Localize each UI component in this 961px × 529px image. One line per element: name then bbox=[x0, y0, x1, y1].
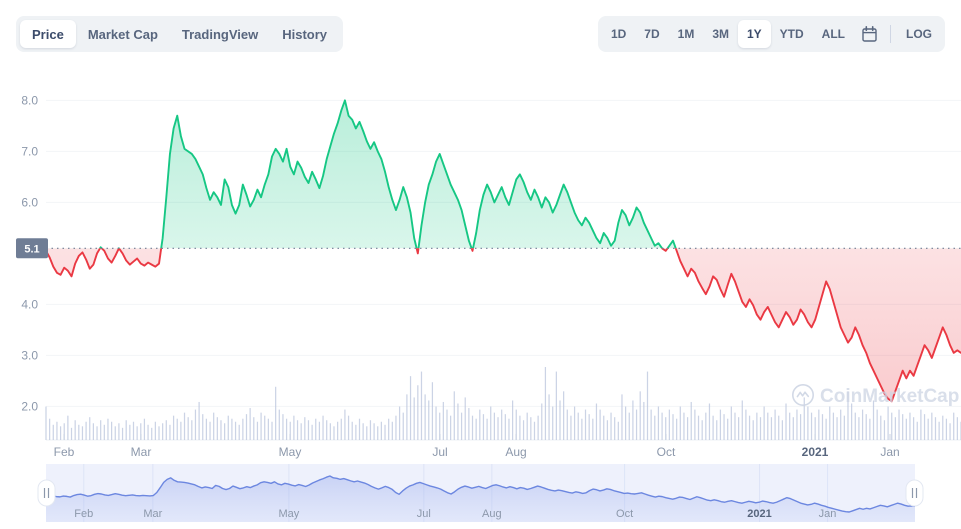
tab-market-cap[interactable]: Market Cap bbox=[76, 20, 170, 48]
x-tick-label: 2021 bbox=[802, 445, 829, 459]
y-tick-label: 8.0 bbox=[21, 93, 38, 107]
y-tick-label: 4.0 bbox=[21, 297, 38, 311]
coinmarketcap-logo-icon bbox=[792, 384, 814, 406]
y-tick-label: 7.0 bbox=[21, 144, 38, 158]
x-tick-label: Feb bbox=[54, 445, 75, 459]
x-tick-label: Oct bbox=[657, 445, 676, 459]
calendar-button[interactable] bbox=[854, 20, 884, 48]
range-ytd[interactable]: YTD bbox=[771, 20, 813, 48]
log-scale-button[interactable]: LOG bbox=[897, 20, 941, 48]
price-chart-svg[interactable]: 5.1 8.0 7.0 6.0 4.0 3.0 2.0 Feb Mar May Jul Aug Oc… bbox=[0, 62, 961, 462]
baseline-price-badge: 5.1 bbox=[24, 243, 39, 255]
view-tab-group: Price Market Cap TradingView History bbox=[16, 16, 344, 52]
x-tick-label: Aug bbox=[505, 445, 526, 459]
y-tick-label: 3.0 bbox=[21, 348, 38, 362]
navigator-tick-label: Oct bbox=[616, 508, 633, 520]
range-1m[interactable]: 1M bbox=[669, 20, 704, 48]
tab-price[interactable]: Price bbox=[20, 20, 76, 48]
chart-toolbar: Price Market Cap TradingView History 1D … bbox=[0, 0, 961, 62]
tab-history[interactable]: History bbox=[270, 20, 339, 48]
calendar-icon bbox=[861, 26, 877, 42]
watermark: CoinMarketCap bbox=[792, 384, 959, 407]
x-tick-label: Jul bbox=[432, 445, 447, 459]
navigator-handle-right[interactable] bbox=[905, 479, 924, 507]
tab-tradingview[interactable]: TradingView bbox=[170, 20, 270, 48]
price-chart: 5.1 8.0 7.0 6.0 4.0 3.0 2.0 Feb Mar May Jul Aug Oc… bbox=[0, 62, 961, 462]
navigator-tick-label: Feb bbox=[74, 508, 93, 520]
toolbar-separator bbox=[890, 25, 891, 43]
drag-handle-left-body[interactable] bbox=[37, 479, 56, 507]
range-1d[interactable]: 1D bbox=[602, 20, 635, 48]
x-tick-label: Jan bbox=[880, 445, 899, 459]
navigator-tick-label: 2021 bbox=[747, 508, 771, 520]
navigator-tick-label: Jul bbox=[417, 508, 431, 520]
navigator-handle-left[interactable] bbox=[37, 479, 56, 507]
range-all[interactable]: ALL bbox=[813, 20, 854, 48]
price-chart-panel: Price Market Cap TradingView History 1D … bbox=[0, 0, 961, 529]
x-tick-label: Mar bbox=[131, 445, 152, 459]
navigator-tick-label: Aug bbox=[482, 508, 502, 520]
navigator-tick-label: Jan bbox=[819, 508, 837, 520]
range-tab-group: 1D 7D 1M 3M 1Y YTD ALL LOG bbox=[597, 16, 945, 52]
chart-navigator[interactable]: Feb Mar May Jul Aug Oct 2021 Jan bbox=[0, 462, 961, 529]
range-7d[interactable]: 7D bbox=[635, 20, 668, 48]
range-1y[interactable]: 1Y bbox=[737, 20, 771, 48]
navigator-svg[interactable]: Feb Mar May Jul Aug Oct 2021 Jan bbox=[0, 462, 961, 529]
navigator-tick-label: Mar bbox=[143, 508, 162, 520]
watermark-text: CoinMarketCap bbox=[820, 386, 959, 407]
y-tick-label: 2.0 bbox=[21, 399, 38, 413]
x-tick-label: May bbox=[279, 445, 302, 459]
navigator-tick-label: May bbox=[278, 508, 299, 520]
drag-handle-right-body[interactable] bbox=[905, 479, 924, 507]
y-tick-label: 6.0 bbox=[21, 195, 38, 209]
range-3m[interactable]: 3M bbox=[703, 20, 738, 48]
